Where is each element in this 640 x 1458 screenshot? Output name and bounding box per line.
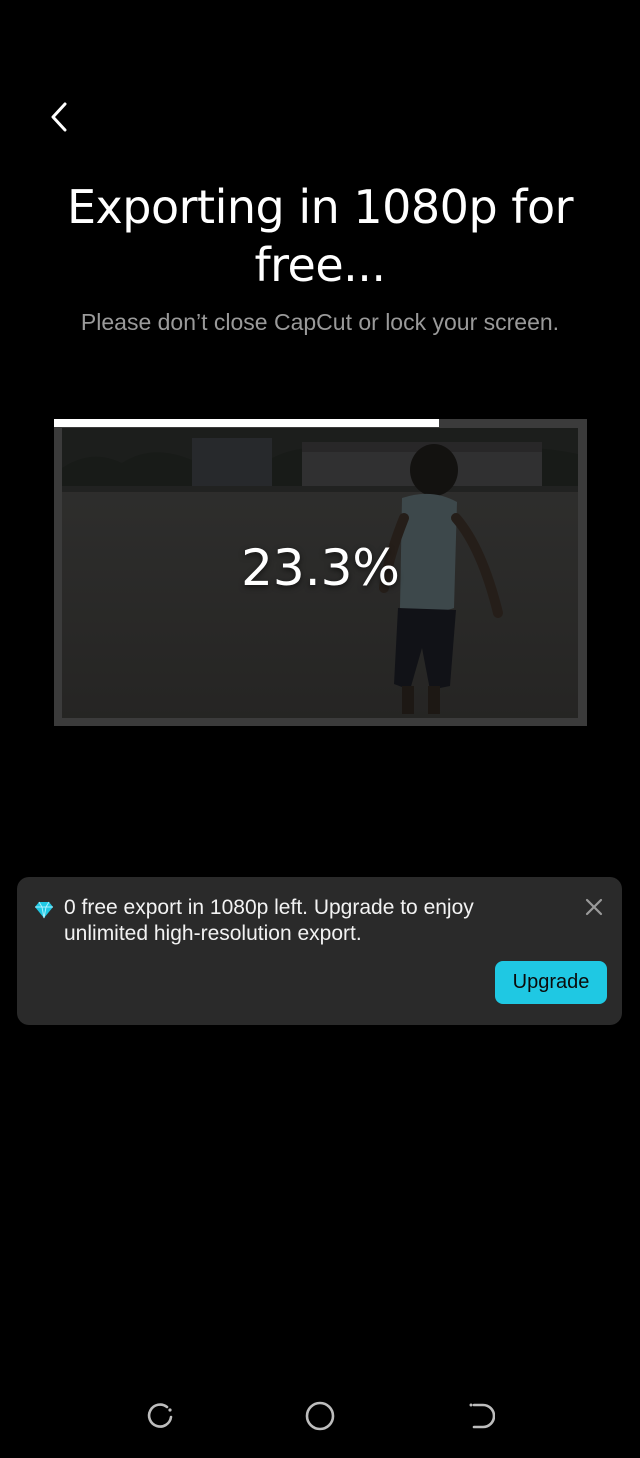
recent-apps-button[interactable] [138,1394,182,1438]
close-notice-button[interactable] [580,893,608,921]
export-preview: 23.3% [54,419,587,726]
home-icon [305,1401,335,1431]
upgrade-notice: 0 free export in 1080p left. Upgrade to … [17,877,622,1025]
diamond-icon [35,901,53,919]
export-percentage: 23.3% [241,539,400,597]
upgrade-button[interactable]: Upgrade [495,961,607,1004]
back-icon [469,1403,495,1429]
page-title: Exporting in 1080p for free... [66,180,574,292]
upgrade-notice-message: 0 free export in 1080p left. Upgrade to … [64,896,474,945]
system-back-button[interactable] [458,1394,502,1438]
chevron-left-icon [51,102,67,132]
close-icon [585,898,603,916]
system-navigation-bar [0,1380,640,1450]
recent-apps-icon [147,1403,173,1428]
back-button[interactable] [34,92,84,142]
export-progress-fill [54,419,440,427]
home-button[interactable] [298,1394,342,1438]
page-subtitle: Please don’t close CapCut or lock your s… [80,309,560,335]
export-progress-bar [54,419,587,427]
